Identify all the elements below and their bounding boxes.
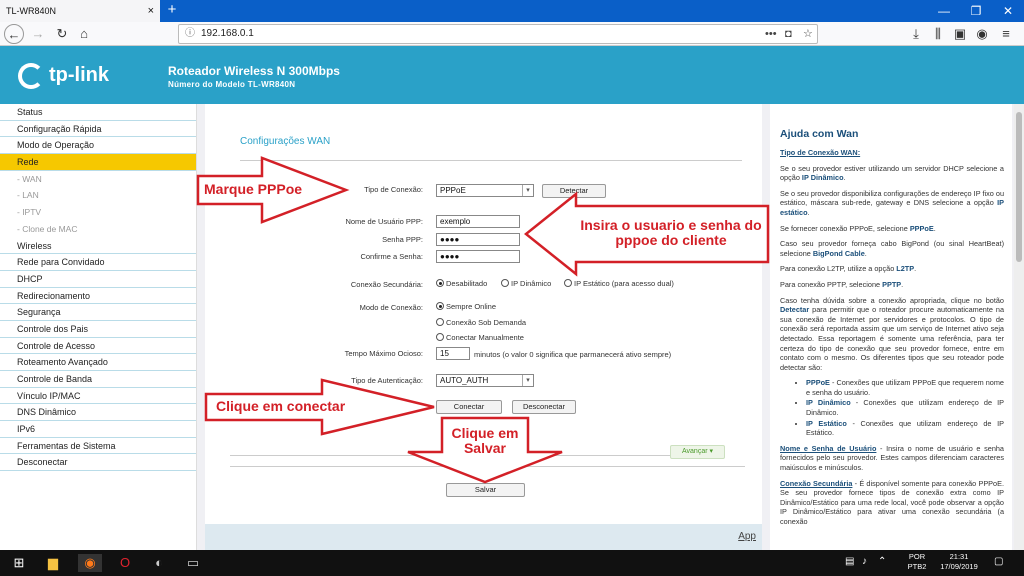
windows-start-icon[interactable]: ⊞ [10,554,28,572]
annotation-pppoe: Marque PPPoe [204,181,303,197]
annotation-save: Clique em Salvar [451,425,519,456]
volume-icon[interactable]: ♪ [862,557,867,567]
firefox-icon[interactable]: ◉ [78,554,102,572]
annotation-user: Insira o usuario e senha do pppoe do cli… [580,217,762,248]
terminal-icon[interactable]: ▭ [184,554,202,572]
language-indicator[interactable]: POR PTB2 [906,552,928,572]
clock[interactable]: 21:31 17/09/2019 [934,552,984,572]
chevron-up-icon[interactable]: ⌃ [878,557,886,567]
network-icon[interactable]: ▤ [845,557,854,567]
annotation-arrows [196,156,770,484]
file-explorer-icon[interactable]: ▆ [44,554,62,572]
app-icon[interactable]: ◐ [150,554,168,572]
opera-icon[interactable]: O [116,554,134,572]
windows-taskbar: ⊞ ▆ ◉ O ◐ ▭ ▤ ♪ ⌃ POR PTB2 21:31 17/09/201… [0,550,1024,576]
notifications-icon[interactable]: ▢ [994,557,1003,567]
annotation-connect: Clique em conectar [216,398,346,414]
